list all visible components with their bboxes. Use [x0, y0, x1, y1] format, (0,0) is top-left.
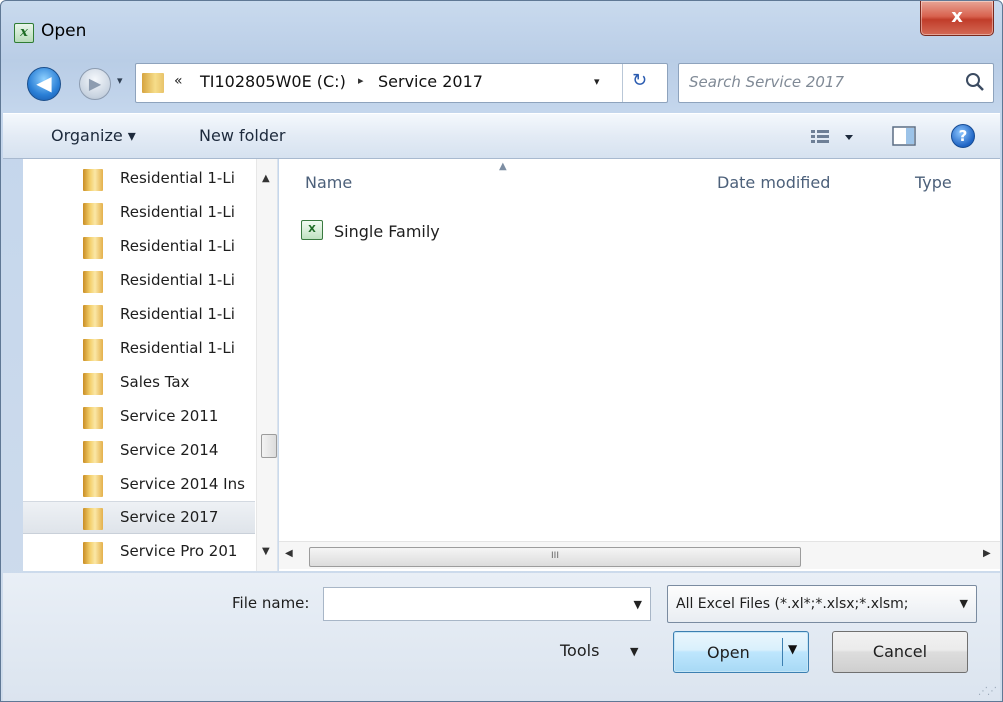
- dialog-footer: File name: ▼ All Excel Files (*.xl*;*.xl…: [3, 573, 1000, 701]
- refresh-icon[interactable]: ↻: [632, 70, 647, 91]
- search-icon[interactable]: [963, 70, 987, 94]
- scroll-down-icon[interactable]: ▼: [262, 546, 270, 557]
- nav-folder-item[interactable]: Service Pro 201: [23, 536, 255, 569]
- address-divider: [622, 64, 623, 102]
- file-type-value: All Excel Files (*.xl*;*.xlsx;*.xlsm;: [676, 596, 909, 612]
- scroll-up-icon[interactable]: ▲: [262, 173, 270, 184]
- nav-folder-item[interactable]: Service 2011: [23, 401, 255, 434]
- folder-icon: [83, 542, 103, 564]
- scroll-thumb[interactable]: [261, 434, 277, 458]
- nav-folder-label: Residential 1-Li: [120, 203, 235, 221]
- open-button[interactable]: Open ▼: [673, 631, 809, 673]
- open-options-dropdown-icon[interactable]: ▼: [788, 642, 797, 656]
- nav-folder-item[interactable]: Sales Tax: [23, 367, 255, 400]
- open-button-label: Open: [707, 643, 750, 662]
- resize-grip-icon[interactable]: ⋰⋰: [978, 686, 997, 697]
- file-name-field[interactable]: ▼: [323, 587, 651, 621]
- search-placeholder: Search Service 2017: [689, 73, 845, 91]
- nav-folder-label: Residential 1-Li: [120, 237, 235, 255]
- folder-icon: [83, 441, 103, 463]
- change-view-icon[interactable]: [811, 126, 861, 148]
- folder-icon: [83, 339, 103, 361]
- organize-menu[interactable]: Organize ▾: [51, 126, 136, 145]
- nav-folder-label: Residential 1-Li: [120, 305, 235, 323]
- file-item[interactable]: X Single Family: [301, 219, 601, 245]
- tools-dropdown-icon[interactable]: ▼: [630, 645, 638, 658]
- breadcrumb-overflow[interactable]: «: [174, 73, 183, 89]
- nav-folder-label: Sales Tax: [120, 373, 190, 391]
- column-header-type[interactable]: Type: [915, 173, 952, 192]
- folder-icon: [83, 508, 103, 530]
- file-type-select[interactable]: All Excel Files (*.xl*;*.xlsx;*.xlsm; ▼: [667, 585, 977, 623]
- folder-icon: [83, 305, 103, 327]
- nav-folder-item[interactable]: Service 2014: [23, 435, 255, 468]
- folder-icon: [83, 407, 103, 429]
- forward-button[interactable]: ▶: [79, 68, 111, 100]
- nav-folder-label: Residential 1-Li: [120, 169, 235, 187]
- nav-folder-label: Residential 1-Li: [120, 271, 235, 289]
- scroll-left-icon[interactable]: ◀: [285, 548, 293, 559]
- file-list: ▲ Name Date modified Type X Single Famil…: [279, 159, 1000, 571]
- nav-folder-item[interactable]: Residential 1-Li: [23, 299, 255, 332]
- column-header-name[interactable]: Name: [305, 173, 352, 192]
- search-input[interactable]: Search Service 2017: [678, 63, 994, 103]
- folder-icon: [83, 373, 103, 395]
- nav-folder-item[interactable]: Service 2014 Ins: [23, 469, 255, 502]
- command-toolbar: Organize ▾ New folder ?: [3, 113, 1000, 159]
- back-button[interactable]: ◀: [27, 67, 61, 101]
- nav-folder-item[interactable]: Residential 1-Li: [23, 163, 255, 196]
- folder-icon: [142, 73, 164, 93]
- nav-folder-item[interactable]: Residential 1-Li: [23, 197, 255, 230]
- folder-icon: [83, 203, 103, 225]
- sort-ascending-icon: ▲: [499, 161, 507, 172]
- open-dialog: x Open x ◀ ▶ ▾ « TI102805W0E (C:) ▸ Serv…: [0, 0, 1003, 702]
- help-icon[interactable]: ?: [951, 124, 975, 148]
- open-split-divider: [782, 638, 783, 666]
- folder-icon: [83, 169, 103, 191]
- address-bar[interactable]: « TI102805W0E (C:) ▸ Service 2017 ▾ ↻: [135, 63, 668, 103]
- file-name-input[interactable]: [324, 588, 620, 620]
- nav-folder-item-selected[interactable]: Service 2017: [23, 501, 255, 534]
- navigation-pane: Residential 1-Li Residential 1-Li Reside…: [23, 159, 278, 571]
- nav-vertical-scrollbar[interactable]: ▲ ▼: [256, 159, 277, 571]
- breadcrumb-separator-icon[interactable]: ▸: [358, 74, 364, 87]
- folder-icon: [83, 271, 103, 293]
- breadcrumb-drive[interactable]: TI102805W0E (C:): [200, 72, 346, 91]
- excel-file-icon: X: [301, 220, 323, 240]
- window-title: Open: [41, 21, 87, 41]
- folder-icon: [83, 475, 103, 497]
- nav-folder-label: Service 2014 Ins: [120, 475, 245, 493]
- nav-folder-label: Service 2017: [120, 508, 219, 526]
- file-name-dropdown-icon[interactable]: ▼: [634, 598, 642, 611]
- tools-menu[interactable]: Tools: [560, 641, 599, 660]
- nav-folder-item[interactable]: Residential 1-Li: [23, 333, 255, 366]
- nav-folder-item[interactable]: Residential 1-Li: [23, 231, 255, 264]
- recent-locations-dropdown[interactable]: ▾: [117, 74, 123, 87]
- column-header-date-modified[interactable]: Date modified: [717, 173, 830, 192]
- nav-folder-label: Residential 1-Li: [120, 339, 235, 357]
- preview-pane-icon[interactable]: [892, 126, 916, 146]
- title-bar: x Open x: [1, 1, 1002, 51]
- new-folder-button[interactable]: New folder: [199, 126, 285, 145]
- nav-folder-label: Service 2011: [120, 407, 219, 425]
- nav-folder-label: Service Pro 201: [120, 542, 238, 560]
- scroll-thumb[interactable]: III: [309, 547, 801, 567]
- address-dropdown-icon[interactable]: ▾: [594, 75, 600, 88]
- scroll-right-icon[interactable]: ▶: [983, 548, 991, 559]
- folder-icon: [83, 237, 103, 259]
- chevron-down-icon[interactable]: ▼: [960, 597, 968, 610]
- breadcrumb-current-folder[interactable]: Service 2017: [378, 72, 483, 91]
- file-name-label: File name:: [232, 594, 310, 612]
- nav-folder-label: Service 2014: [120, 441, 219, 459]
- close-button[interactable]: x: [920, 1, 994, 36]
- file-list-horizontal-scrollbar[interactable]: ◀ III ▶: [279, 541, 1000, 569]
- file-name: Single Family: [334, 222, 440, 241]
- cancel-button[interactable]: Cancel: [832, 631, 968, 673]
- column-header-row: ▲ Name Date modified Type: [279, 159, 1000, 207]
- nav-folder-item[interactable]: Residential 1-Li: [23, 265, 255, 298]
- excel-icon: x: [14, 23, 34, 43]
